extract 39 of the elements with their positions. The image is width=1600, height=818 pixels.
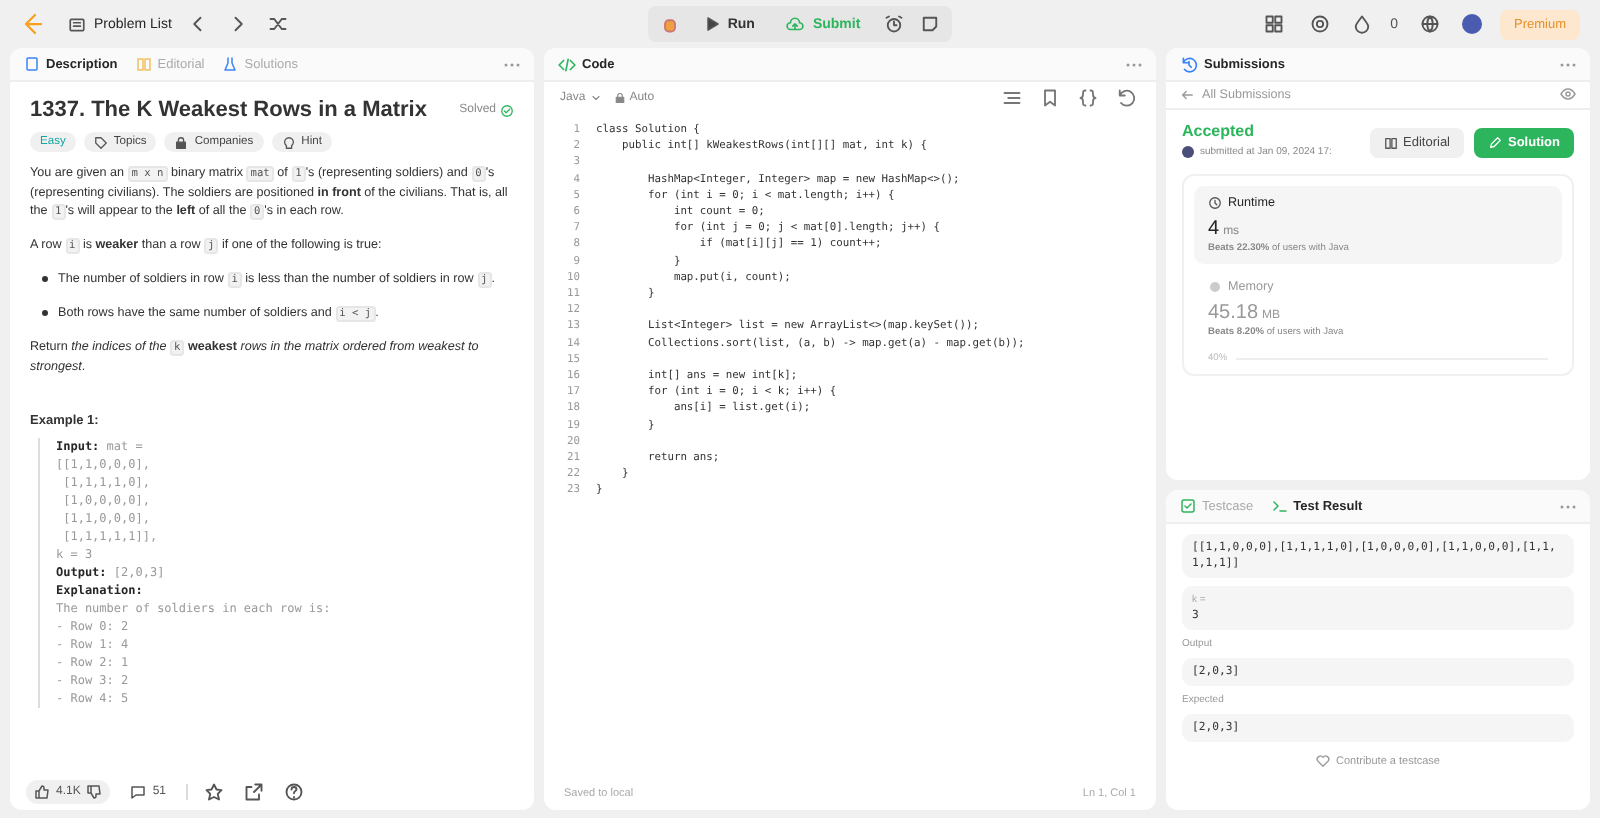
play-icon [703,16,720,32]
thumbs-down-icon [86,783,103,799]
lightbulb-icon [281,135,296,149]
lock-icon [174,135,189,149]
history-icon [1180,55,1198,73]
tag-icon [93,135,108,149]
edit-icon [1488,136,1502,150]
more-icon[interactable] [504,61,520,67]
checkbox-icon [1180,498,1196,514]
more-icon[interactable] [1126,61,1142,67]
terminal-icon [1271,498,1288,514]
thumbs-up-icon [34,783,50,799]
chevron-down-icon [589,92,602,104]
code-icon [558,55,576,73]
arrow-left-icon [1180,88,1194,102]
book-icon [1383,136,1398,150]
list-icon [68,15,86,33]
runtime-value: 4 [1208,218,1220,240]
flask-icon [222,56,239,72]
memory-value: 45.18 [1208,302,1259,324]
logo-icon [20,12,44,36]
bullet-icon [42,310,48,316]
clock-icon [1208,196,1222,210]
cloud-upload-icon [786,15,805,33]
more-icon[interactable] [1560,503,1576,509]
user-avatar [1182,146,1194,158]
braces-icon[interactable] [1074,84,1102,112]
document-icon [24,56,40,72]
accepted-status: Accepted [1182,122,1257,140]
check-circle-icon [500,104,514,118]
user-avatar[interactable] [1461,14,1482,34]
bullet-icon [42,276,48,282]
book-icon [135,56,152,72]
lock-icon [613,92,626,104]
problem-title: 1337. The K Weakest Rows in a Matrix [30,102,427,120]
heart-icon [1316,754,1330,768]
more-icon[interactable] [1560,61,1576,67]
comment-icon [130,783,147,799]
eye-icon [1560,85,1576,101]
